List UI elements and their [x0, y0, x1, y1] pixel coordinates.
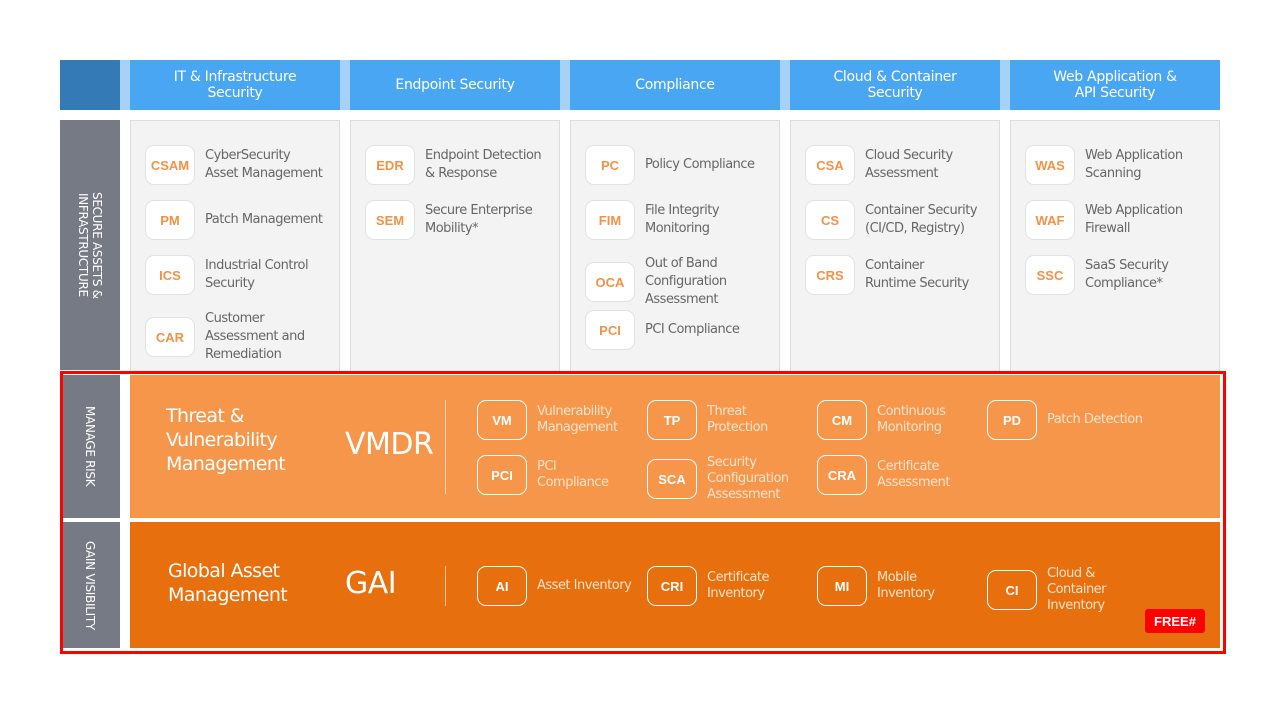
app-item-car[interactable]: CAR Customer Assessment and Remediation [145, 310, 305, 364]
row-label-secure-assets: SECURE ASSETS & INFRASTRUCTURE [60, 120, 120, 370]
app-badge: ICS [145, 255, 195, 295]
column-header-cloud-container: Cloud & Container Security [790, 60, 1000, 110]
header-divider [780, 60, 790, 110]
app-label: Container Security (CI/CD, Registry) [865, 203, 978, 236]
cell-it-infrastructure: CSAM CyberSecurity Asset Management PM Pat… [130, 120, 340, 372]
row-label-text: SECURE ASSETS & INFRASTRUCTURE [76, 191, 104, 299]
app-item-fim[interactable]: FIM File Integrity Monitoring [585, 200, 720, 240]
highlight-frame [60, 371, 1226, 654]
column-header-web-api: Web Application & API Security [1010, 60, 1220, 110]
cell-web-api: WAS Web Application Scanning WAF Web Appli… [1010, 120, 1220, 372]
header-divider [120, 60, 130, 110]
app-label: Endpoint Detection & Response [425, 148, 542, 181]
app-item-ics[interactable]: ICS Industrial Control Security [145, 255, 309, 295]
app-item-csam[interactable]: CSAM CyberSecurity Asset Management [145, 145, 323, 185]
column-title: Endpoint Security [395, 77, 515, 93]
column-title: Web Application & API Security [1053, 69, 1177, 101]
header-corner [60, 60, 120, 110]
app-label: Out of Band Configuration Assessment [645, 256, 727, 307]
app-badge: CRS [805, 255, 855, 295]
app-label: Cloud Security Assessment [865, 148, 953, 181]
app-label: Web Application Firewall [1085, 203, 1183, 236]
app-badge: OCA [585, 262, 635, 302]
app-badge: PCI [585, 310, 635, 350]
column-header-it-infrastructure: IT & Infrastructure Security [130, 60, 340, 110]
app-label: Customer Assessment and Remediation [205, 311, 305, 362]
column-header-compliance: Compliance [570, 60, 780, 110]
app-badge: PM [145, 200, 195, 240]
app-label: Patch Management [205, 212, 323, 227]
cell-compliance: PC Policy Compliance FIM File Integrity Mo… [570, 120, 780, 372]
column-title: IT & Infrastructure Security [173, 69, 297, 101]
app-label: PCI Compliance [645, 322, 740, 337]
app-badge: SEM [365, 200, 415, 240]
header-divider [1000, 60, 1010, 110]
app-label: Secure Enterprise Mobility* [425, 203, 533, 236]
app-item-pc[interactable]: PC Policy Compliance [585, 145, 755, 185]
app-label: Web Application Scanning [1085, 148, 1183, 181]
app-badge: WAF [1025, 200, 1075, 240]
app-item-was[interactable]: WAS Web Application Scanning [1025, 145, 1183, 185]
app-badge: FIM [585, 200, 635, 240]
header-divider [340, 60, 350, 110]
app-item-ssc[interactable]: SSC SaaS Security Compliance* [1025, 255, 1169, 295]
app-label: Policy Compliance [645, 157, 755, 172]
app-badge: CAR [145, 317, 195, 357]
app-item-pci[interactable]: PCI PCI Compliance [585, 310, 740, 350]
app-badge: EDR [365, 145, 415, 185]
app-label: CyberSecurity Asset Management [205, 148, 323, 181]
column-title: Compliance [635, 77, 715, 93]
app-label: SaaS Security Compliance* [1085, 258, 1169, 291]
app-badge: CSA [805, 145, 855, 185]
cell-endpoint: EDR Endpoint Detection & Response SEM Secu… [350, 120, 560, 372]
app-item-cs[interactable]: CS Container Security (CI/CD, Registry) [805, 200, 978, 240]
app-item-pm[interactable]: PM Patch Management [145, 200, 323, 240]
app-item-csa[interactable]: CSA Cloud Security Assessment [805, 145, 953, 185]
cell-cloud-container: CSA Cloud Security Assessment CS Container… [790, 120, 1000, 372]
app-item-waf[interactable]: WAF Web Application Firewall [1025, 200, 1183, 240]
app-label: File Integrity Monitoring [645, 203, 720, 236]
app-badge: WAS [1025, 145, 1075, 185]
app-badge: CS [805, 200, 855, 240]
app-item-oca[interactable]: OCA Out of Band Configuration Assessment [585, 255, 727, 309]
app-item-edr[interactable]: EDR Endpoint Detection & Response [365, 145, 542, 185]
app-badge: PC [585, 145, 635, 185]
app-badge: CSAM [145, 145, 195, 185]
app-label: Industrial Control Security [205, 258, 309, 291]
header-divider [560, 60, 570, 110]
column-title: Cloud & Container Security [833, 69, 957, 101]
app-item-sem[interactable]: SEM Secure Enterprise Mobility* [365, 200, 533, 240]
column-header-endpoint: Endpoint Security [350, 60, 560, 110]
app-label: Container Runtime Security [865, 258, 969, 291]
app-item-crs[interactable]: CRS Container Runtime Security [805, 255, 969, 295]
app-badge: SSC [1025, 255, 1075, 295]
